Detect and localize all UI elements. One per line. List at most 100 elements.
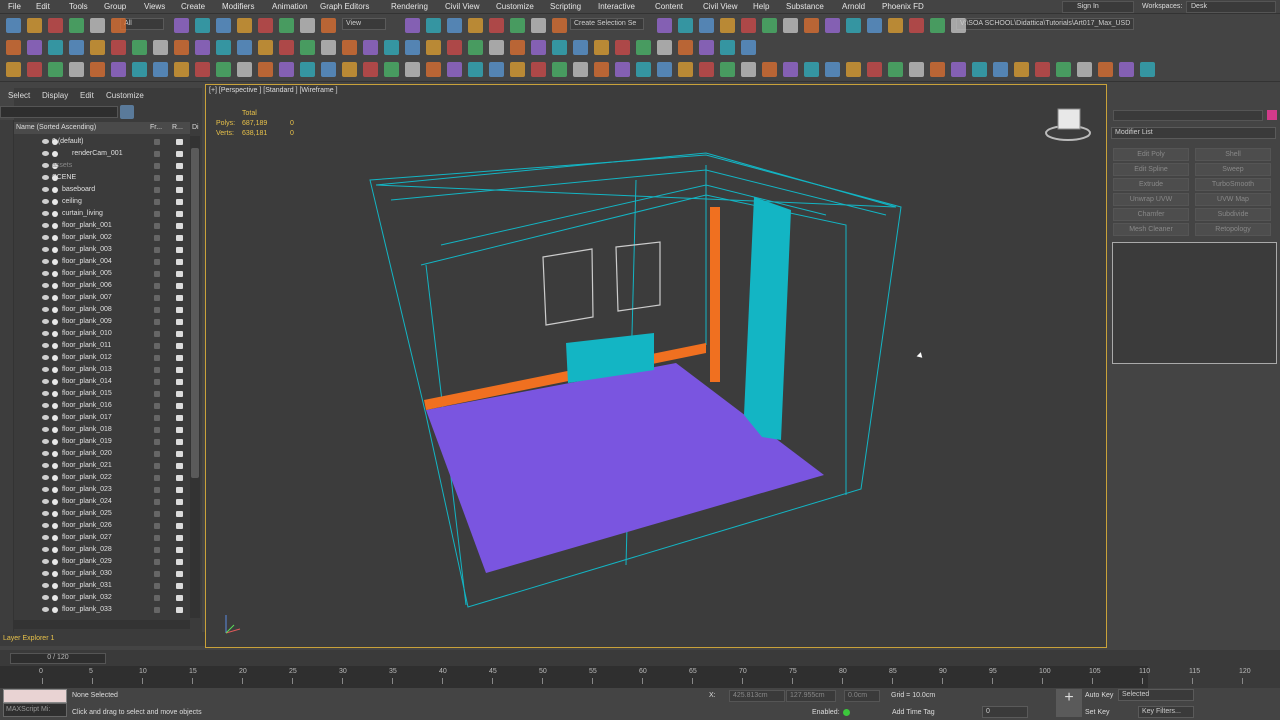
- modifier-button[interactable]: Retopology: [1195, 223, 1271, 236]
- toolbar-tool-icon[interactable]: [594, 40, 609, 55]
- freeze-icon[interactable]: [154, 451, 160, 457]
- toolbar-tool-icon[interactable]: [27, 18, 42, 33]
- toolbar-tool-icon[interactable]: [531, 40, 546, 55]
- visibility-eye-icon[interactable]: [42, 211, 49, 216]
- enabled-indicator[interactable]: [843, 709, 850, 716]
- column-frozen[interactable]: Fr...: [150, 124, 162, 131]
- modifier-button[interactable]: Extrude: [1113, 178, 1189, 191]
- toolbar-tool-icon[interactable]: [6, 40, 21, 55]
- toolbar-tool-icon[interactable]: [174, 18, 189, 33]
- toolbar-tool-icon[interactable]: [552, 62, 567, 77]
- view-cube[interactable]: [1045, 108, 1091, 141]
- tree-row[interactable]: floor_plank_009: [14, 316, 190, 328]
- visibility-eye-icon[interactable]: [42, 271, 49, 276]
- freeze-icon[interactable]: [154, 487, 160, 493]
- render-icon[interactable]: [176, 463, 183, 469]
- toolbar-tool-icon[interactable]: [846, 18, 861, 33]
- visibility-eye-icon[interactable]: [42, 151, 49, 156]
- toolbar-tool-icon[interactable]: [174, 62, 189, 77]
- toolbar-tool-icon[interactable]: [636, 40, 651, 55]
- menu-tools[interactable]: Tools: [69, 2, 88, 11]
- tree-row[interactable]: ceiling: [14, 196, 190, 208]
- menu-animation[interactable]: Animation: [272, 2, 308, 11]
- render-icon[interactable]: [176, 451, 183, 457]
- toolbar-tool-icon[interactable]: [741, 18, 756, 33]
- render-icon[interactable]: [176, 295, 183, 301]
- freeze-icon[interactable]: [154, 571, 160, 577]
- visibility-eye-icon[interactable]: [42, 379, 49, 384]
- freeze-icon[interactable]: [154, 595, 160, 601]
- modifier-button[interactable]: Subdivide: [1195, 208, 1271, 221]
- tree-row[interactable]: floor_plank_005: [14, 268, 190, 280]
- tree-row[interactable]: floor_plank_022: [14, 472, 190, 484]
- object-color-swatch[interactable]: [1267, 110, 1277, 120]
- visibility-eye-icon[interactable]: [42, 523, 49, 528]
- visibility-eye-icon[interactable]: [42, 295, 49, 300]
- tree-row[interactable]: floor_plank_008: [14, 304, 190, 316]
- modifier-button[interactable]: UVW Map: [1195, 193, 1271, 206]
- toolbar-tool-icon[interactable]: [678, 18, 693, 33]
- tree-row[interactable]: floor_plank_015: [14, 388, 190, 400]
- toolbar-tool-icon[interactable]: [153, 40, 168, 55]
- toolbar-tool-icon[interactable]: [300, 40, 315, 55]
- menu-group[interactable]: Group: [104, 2, 126, 11]
- toolbar-tool-icon[interactable]: [426, 18, 441, 33]
- tree-row[interactable]: floor_plank_017: [14, 412, 190, 424]
- visibility-eye-icon[interactable]: [42, 391, 49, 396]
- modifier-button[interactable]: Unwrap UVW: [1113, 193, 1189, 206]
- visibility-eye-icon[interactable]: [42, 235, 49, 240]
- tab-edit[interactable]: Edit: [80, 91, 94, 100]
- toolbar-tool-icon[interactable]: [384, 62, 399, 77]
- freeze-icon[interactable]: [154, 235, 160, 241]
- freeze-icon[interactable]: [154, 247, 160, 253]
- freeze-icon[interactable]: [154, 175, 160, 181]
- maxscript-mini-listener[interactable]: MAXScript Mi:: [3, 703, 67, 717]
- toolbar-tool-icon[interactable]: [1014, 62, 1029, 77]
- render-icon[interactable]: [176, 571, 183, 577]
- toolbar-tool-icon[interactable]: [531, 18, 546, 33]
- time-slider[interactable]: 0 / 120: [10, 653, 106, 664]
- toolbar-tool-icon[interactable]: [678, 62, 693, 77]
- toolbar-tool-icon[interactable]: [951, 62, 966, 77]
- filter-icon[interactable]: [120, 105, 134, 119]
- freeze-icon[interactable]: [154, 211, 160, 217]
- tree-row[interactable]: floor_plank_032: [14, 592, 190, 604]
- freeze-icon[interactable]: [154, 139, 160, 145]
- tree-row[interactable]: floor_plank_004: [14, 256, 190, 268]
- freeze-icon[interactable]: [154, 307, 160, 313]
- visibility-eye-icon[interactable]: [42, 571, 49, 576]
- menu-civil-view[interactable]: Civil View: [445, 2, 480, 11]
- render-icon[interactable]: [176, 547, 183, 553]
- toolbar-tool-icon[interactable]: [27, 40, 42, 55]
- explorer-scrollbar[interactable]: [190, 136, 200, 618]
- modifier-button[interactable]: Sweep: [1195, 163, 1271, 176]
- tree-row[interactable]: floor_plank_003: [14, 244, 190, 256]
- toolbar-tool-icon[interactable]: [699, 40, 714, 55]
- toolbar-tool-icon[interactable]: [111, 62, 126, 77]
- toolbar-tool-icon[interactable]: [69, 62, 84, 77]
- tree-row[interactable]: floor_plank_030: [14, 568, 190, 580]
- toolbar-tool-icon[interactable]: [972, 62, 987, 77]
- menu-create[interactable]: Create: [181, 2, 205, 11]
- toolbar-tool-icon[interactable]: [405, 62, 420, 77]
- visibility-eye-icon[interactable]: [42, 223, 49, 228]
- toolbar-tool-icon[interactable]: [48, 40, 63, 55]
- toolbar-tool-icon[interactable]: [321, 40, 336, 55]
- tree-row[interactable]: floor_plank_027: [14, 532, 190, 544]
- modifier-button[interactable]: TurboSmooth: [1195, 178, 1271, 191]
- freeze-icon[interactable]: [154, 295, 160, 301]
- render-icon[interactable]: [176, 379, 183, 385]
- toolbar-tool-icon[interactable]: [6, 62, 21, 77]
- freeze-icon[interactable]: [154, 583, 160, 589]
- freeze-icon[interactable]: [154, 463, 160, 469]
- render-icon[interactable]: [176, 199, 183, 205]
- visibility-eye-icon[interactable]: [42, 583, 49, 588]
- visibility-eye-icon[interactable]: [42, 451, 49, 456]
- toolbar-tool-icon[interactable]: [279, 18, 294, 33]
- render-icon[interactable]: [176, 427, 183, 433]
- render-icon[interactable]: [176, 187, 183, 193]
- toolbar-tool-icon[interactable]: [867, 18, 882, 33]
- menu-civil-view[interactable]: Civil View: [703, 2, 738, 11]
- toolbar-tool-icon[interactable]: [741, 40, 756, 55]
- set-key-mode-icon[interactable]: +: [1056, 689, 1082, 717]
